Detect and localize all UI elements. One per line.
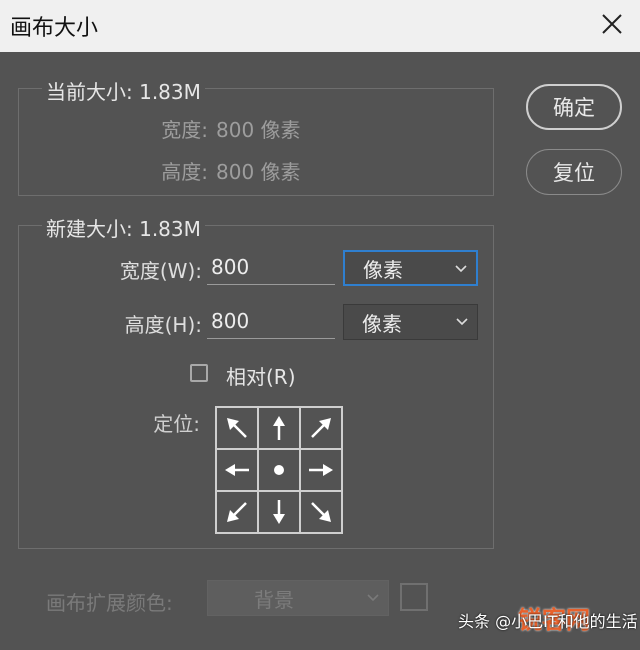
- current-width-label: 宽度:: [161, 118, 208, 142]
- anchor-right[interactable]: [300, 449, 342, 491]
- arrow-up-icon: [273, 416, 285, 440]
- arrow-down-icon: [273, 500, 285, 524]
- arrow-up-left-icon: [227, 418, 247, 438]
- dot-icon: [274, 465, 284, 475]
- relative-checkbox[interactable]: [190, 364, 208, 382]
- ok-button[interactable]: 确定: [526, 84, 622, 130]
- width-unit-value: 像素: [363, 257, 403, 282]
- dialog-title: 画布大小: [10, 16, 99, 41]
- new-height-label: 高度(H):: [124, 313, 202, 337]
- arrow-left-icon: [225, 464, 249, 476]
- anchor-label: 定位:: [153, 412, 200, 436]
- arrow-right-icon: [309, 464, 333, 476]
- extension-color-label: 画布扩展颜色:: [46, 591, 173, 615]
- anchor-bottom-left[interactable]: [216, 491, 258, 533]
- close-icon[interactable]: [596, 8, 628, 40]
- extension-color-swatch[interactable]: [400, 583, 428, 611]
- width-input[interactable]: 800: [207, 251, 335, 285]
- watermark-text: 头条 @小巴IT和他的生活: [458, 612, 638, 631]
- anchor-top-left[interactable]: [216, 407, 258, 449]
- chevron-down-icon: [367, 594, 379, 602]
- current-width-value: 800 像素: [216, 118, 301, 142]
- height-input[interactable]: 800: [207, 305, 335, 339]
- arrow-up-right-icon: [311, 418, 331, 438]
- height-unit-value: 像素: [362, 311, 402, 336]
- width-unit-select[interactable]: 像素: [343, 250, 478, 286]
- current-height-value: 800 像素: [216, 160, 301, 184]
- extension-color-value: 背景: [254, 587, 294, 612]
- arrow-down-left-icon: [227, 502, 247, 522]
- relative-label[interactable]: 相对(R): [226, 361, 296, 390]
- anchor-grid: [215, 406, 343, 534]
- anchor-center[interactable]: [258, 449, 300, 491]
- new-size-legend: 新建大小: 1.83M: [42, 213, 205, 242]
- current-height-label: 高度:: [161, 160, 208, 184]
- anchor-top[interactable]: [258, 407, 300, 449]
- height-unit-select[interactable]: 像素: [343, 304, 478, 340]
- anchor-left[interactable]: [216, 449, 258, 491]
- anchor-top-right[interactable]: [300, 407, 342, 449]
- extension-color-select[interactable]: 背景: [207, 580, 389, 616]
- arrow-down-right-icon: [311, 502, 331, 522]
- chevron-down-icon: [456, 318, 468, 326]
- current-size-legend: 当前大小: 1.83M: [42, 76, 205, 105]
- chevron-down-icon: [455, 265, 467, 273]
- new-width-label: 宽度(W):: [119, 259, 202, 283]
- anchor-bottom-right[interactable]: [300, 491, 342, 533]
- reset-button[interactable]: 复位: [526, 149, 622, 195]
- anchor-bottom[interactable]: [258, 491, 300, 533]
- dialog-titlebar: 画布大小: [0, 0, 640, 52]
